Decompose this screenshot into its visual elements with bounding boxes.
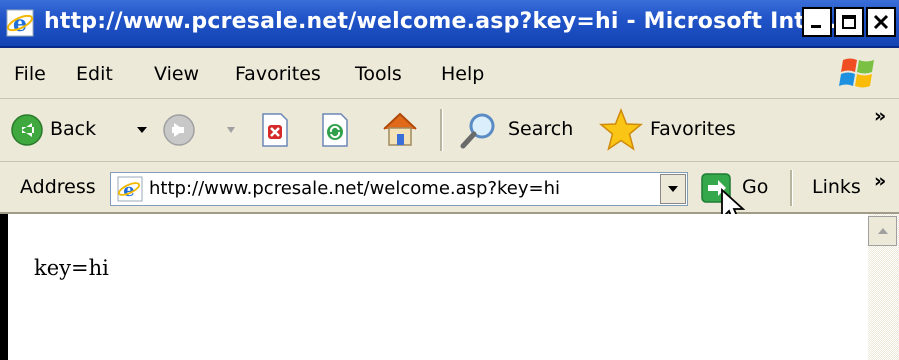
address-label: Address <box>20 176 96 198</box>
scroll-up-button[interactable] <box>868 216 897 246</box>
window-title: http://www.pcresale.net/welcome.asp?key=… <box>44 9 854 34</box>
menu-favorites[interactable]: Favorites <box>235 63 321 85</box>
links-overflow-chevron[interactable]: » <box>874 170 886 192</box>
address-input[interactable]: e http://www.pcresale.net/welcome.asp?ke… <box>110 172 688 206</box>
menu-bar: File Edit View Favorites Tools Help <box>0 48 899 99</box>
scroll-up-arrow-icon <box>877 228 888 234</box>
search-button-label[interactable]: Search <box>508 118 573 140</box>
menu-file[interactable]: File <box>14 63 46 85</box>
page-content: key=hi <box>8 214 868 360</box>
chevron-down-icon <box>668 186 678 192</box>
stop-icon[interactable] <box>260 112 290 148</box>
back-arrow-icon[interactable] <box>10 113 44 147</box>
back-button-label[interactable]: Back <box>50 118 96 140</box>
toolbar-overflow-chevron[interactable]: » <box>874 105 886 127</box>
home-icon[interactable] <box>380 109 420 149</box>
address-dropdown-button[interactable] <box>660 174 686 204</box>
maximize-icon <box>842 15 856 29</box>
refresh-icon[interactable] <box>320 112 350 148</box>
windows-logo-icon <box>839 58 874 88</box>
title-bar[interactable]: e http://www.pcresale.net/welcome.asp?ke… <box>0 0 899 48</box>
menu-help[interactable]: Help <box>441 63 484 85</box>
minimize-button[interactable] <box>802 7 832 37</box>
forward-arrow-icon[interactable] <box>162 113 196 147</box>
menu-view[interactable]: View <box>154 63 199 85</box>
page-ie-icon: e <box>117 176 143 202</box>
address-url-text: http://www.pcresale.net/welcome.asp?key=… <box>149 178 561 199</box>
search-icon[interactable] <box>458 111 498 151</box>
toolbar-separator <box>440 109 443 151</box>
maximize-button[interactable] <box>834 7 864 37</box>
svg-text:e: e <box>13 11 27 37</box>
back-dropdown-icon[interactable] <box>136 126 148 134</box>
menu-tools[interactable]: Tools <box>355 63 402 85</box>
ie-window: e http://www.pcresale.net/welcome.asp?ke… <box>0 0 899 360</box>
address-separator <box>790 170 793 206</box>
links-label[interactable]: Links <box>812 176 861 198</box>
close-icon <box>873 14 889 30</box>
window-border <box>0 214 8 360</box>
favorites-star-icon[interactable] <box>598 108 644 152</box>
standard-toolbar: Back Search Favorites » <box>0 99 899 162</box>
internet-explorer-icon: e <box>6 9 34 37</box>
minimize-icon <box>811 25 821 28</box>
favorites-button-label[interactable]: Favorites <box>650 118 736 140</box>
page-body-text: key=hi <box>34 256 109 280</box>
close-button[interactable] <box>866 7 896 37</box>
forward-dropdown-icon[interactable] <box>226 126 236 134</box>
menu-edit[interactable]: Edit <box>76 63 113 85</box>
